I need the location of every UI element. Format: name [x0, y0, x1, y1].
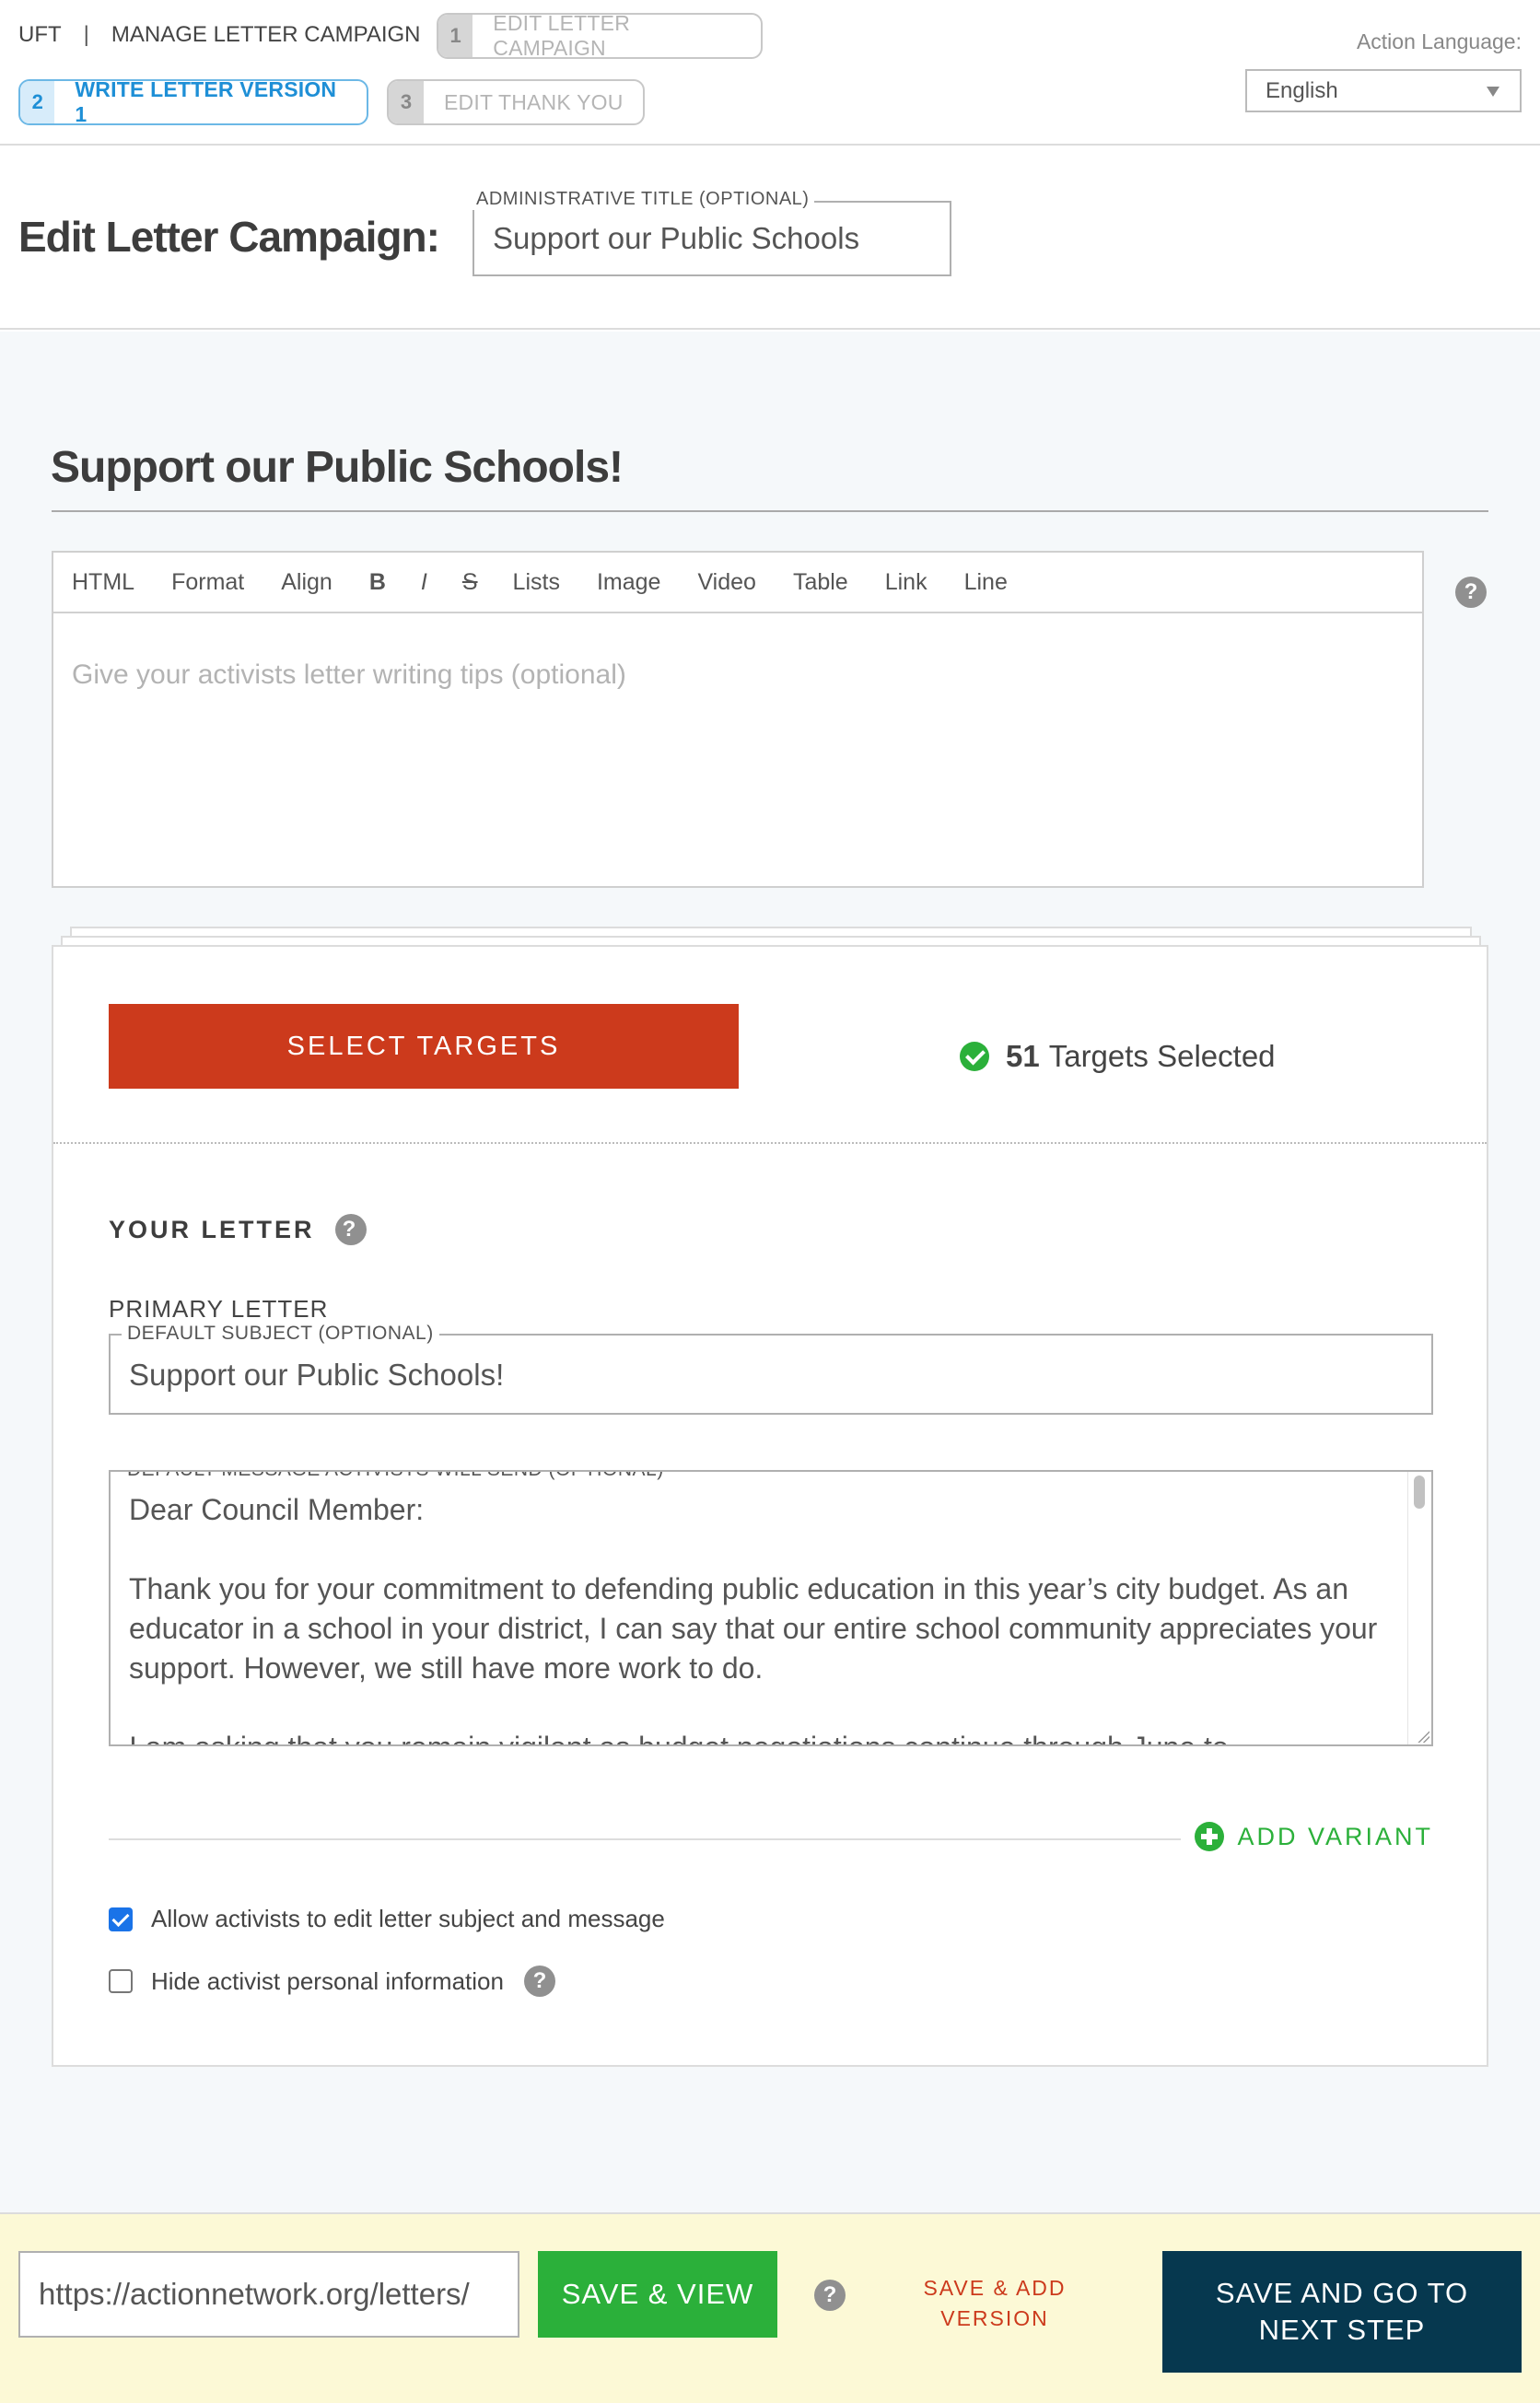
plus-circle-icon: [1195, 1822, 1225, 1851]
step-write-letter-version[interactable]: 2 WRITE LETTER VERSION 1: [18, 79, 368, 125]
action-url-field[interactable]: https://actionnetwork.org/letters/: [18, 2251, 519, 2338]
step-label: WRITE LETTER VERSION 1: [75, 79, 337, 125]
administrative-title-label: ADMINISTRATIVE TITLE (OPTIONAL): [472, 189, 815, 210]
toolbar-link-button[interactable]: Link: [885, 569, 928, 596]
help-icon[interactable]: ?: [814, 2280, 846, 2311]
breadcrumb: UFT | MANAGE LETTER CAMPAIGN: [18, 22, 421, 48]
add-variant-button[interactable]: ADD VARIANT: [1195, 1822, 1433, 1851]
save-and-next-step-button[interactable]: SAVE AND GO TO NEXT STEP: [1162, 2251, 1522, 2373]
step-number: 1: [438, 15, 473, 57]
breadcrumb-org[interactable]: UFT: [18, 22, 62, 48]
targets-selected-status: 51 Targets Selected: [960, 1039, 1276, 1074]
step-label: EDIT THANK YOU: [444, 89, 624, 114]
action-language-label: Action Language:: [1356, 29, 1522, 53]
resize-handle-icon[interactable]: [1417, 1730, 1429, 1743]
toolbar-strikethrough-button[interactable]: S: [462, 569, 478, 596]
allow-edit-option[interactable]: Allow activists to edit letter subject a…: [109, 1905, 665, 1933]
help-icon[interactable]: ?: [1455, 577, 1487, 608]
caret-down-icon: [1487, 87, 1499, 97]
step-number: 3: [389, 81, 424, 123]
step-number: 2: [20, 81, 55, 123]
default-message-label: DEFAULT MESSAGE ACTIVISTS WILL SEND (OPT…: [122, 1472, 670, 1481]
primary-letter-label: PRIMARY LETTER: [109, 1295, 329, 1323]
default-subject-field[interactable]: DEFAULT SUBJECT (OPTIONAL) Support our P…: [109, 1323, 1433, 1415]
save-and-view-button[interactable]: SAVE & VIEW: [538, 2251, 777, 2338]
toolbar-italic-button[interactable]: I: [421, 569, 427, 596]
select-targets-button[interactable]: SELECT TARGETS: [109, 1004, 739, 1089]
administrative-title-value: Support our Public Schools: [493, 221, 860, 255]
main-content: Support our Public Schools! HTML Format …: [0, 332, 1540, 2212]
toolbar-format-button[interactable]: Format: [171, 569, 244, 596]
allow-edit-checkbox[interactable]: [109, 1907, 133, 1931]
footer-action-bar: https://actionnetwork.org/letters/ SAVE …: [0, 2212, 1540, 2403]
save-and-add-version-button[interactable]: SAVE & ADD VERSION: [903, 2273, 1087, 2334]
toolbar-video-button[interactable]: Video: [697, 569, 756, 596]
variant-row: ADD VARIANT: [109, 1822, 1433, 1859]
default-message-value: Dear Council Member: Thank you for your …: [129, 1493, 1378, 1744]
default-message-field[interactable]: DEFAULT MESSAGE ACTIVISTS WILL SEND (OPT…: [109, 1470, 1433, 1746]
targets-section: SELECT TARGETS 51 Targets Selected: [53, 947, 1487, 1144]
check-circle-icon: [960, 1042, 989, 1071]
toolbar-html-button[interactable]: HTML: [72, 569, 134, 596]
editor-toolbar: HTML Format Align B I S Lists Image Vide…: [53, 553, 1422, 613]
default-subject-value: Support our Public Schools!: [129, 1358, 505, 1392]
page-title: Edit Letter Campaign:: [18, 213, 440, 261]
step-label: EDIT LETTER CAMPAIGN: [493, 13, 631, 59]
title-bar: Edit Letter Campaign: ADMINISTRATIVE TIT…: [0, 146, 1540, 330]
top-nav: UFT | MANAGE LETTER CAMPAIGN 1 EDIT LETT…: [0, 0, 1540, 146]
title-divider: [52, 510, 1488, 512]
add-variant-label: ADD VARIANT: [1237, 1822, 1433, 1850]
scrollbar-thumb[interactable]: [1414, 1476, 1425, 1509]
toolbar-lists-button[interactable]: Lists: [513, 569, 560, 596]
editor-placeholder[interactable]: Give your activists letter writing tips …: [53, 613, 1422, 737]
default-subject-label: DEFAULT SUBJECT (OPTIONAL): [122, 1323, 439, 1345]
toolbar-bold-button[interactable]: B: [369, 569, 386, 596]
toolbar-align-button[interactable]: Align: [281, 569, 332, 596]
toolbar-table-button[interactable]: Table: [793, 569, 848, 596]
hide-personal-info-option[interactable]: Hide activist personal information ?: [109, 1966, 555, 1997]
hide-personal-info-checkbox[interactable]: [109, 1969, 133, 1993]
administrative-title-field[interactable]: ADMINISTRATIVE TITLE (OPTIONAL) Support …: [472, 189, 951, 276]
step-edit-thank-you[interactable]: 3 EDIT THANK YOU: [387, 79, 645, 125]
allow-edit-label: Allow activists to edit letter subject a…: [151, 1905, 665, 1932]
help-icon[interactable]: ?: [334, 1214, 367, 1245]
message-scrollbar[interactable]: [1407, 1472, 1431, 1744]
targets-count: 51: [1006, 1039, 1040, 1073]
variant-divider: [109, 1838, 1181, 1840]
targets-status-text: Targets Selected: [1048, 1039, 1276, 1073]
hide-personal-info-label: Hide activist personal information: [151, 1966, 504, 1995]
your-letter-heading: YOUR LETTER ?: [109, 1214, 367, 1245]
your-letter-label: YOUR LETTER: [109, 1215, 315, 1243]
breadcrumb-section[interactable]: MANAGE LETTER CAMPAIGN: [111, 22, 421, 48]
letter-campaign-title: Support our Public Schools!: [51, 443, 624, 492]
letter-tips-editor[interactable]: HTML Format Align B I S Lists Image Vide…: [52, 551, 1424, 888]
breadcrumb-separator: |: [83, 22, 89, 47]
letter-version-card: SELECT TARGETS 51 Targets Selected YOUR …: [52, 945, 1488, 2067]
step-edit-letter-campaign[interactable]: 1 EDIT LETTER CAMPAIGN: [437, 13, 763, 59]
toolbar-image-button[interactable]: Image: [597, 569, 660, 596]
toolbar-line-button[interactable]: Line: [964, 569, 1008, 596]
help-icon[interactable]: ?: [523, 1966, 555, 1997]
action-language-value: English: [1266, 77, 1338, 103]
action-language-select[interactable]: English: [1245, 69, 1522, 112]
